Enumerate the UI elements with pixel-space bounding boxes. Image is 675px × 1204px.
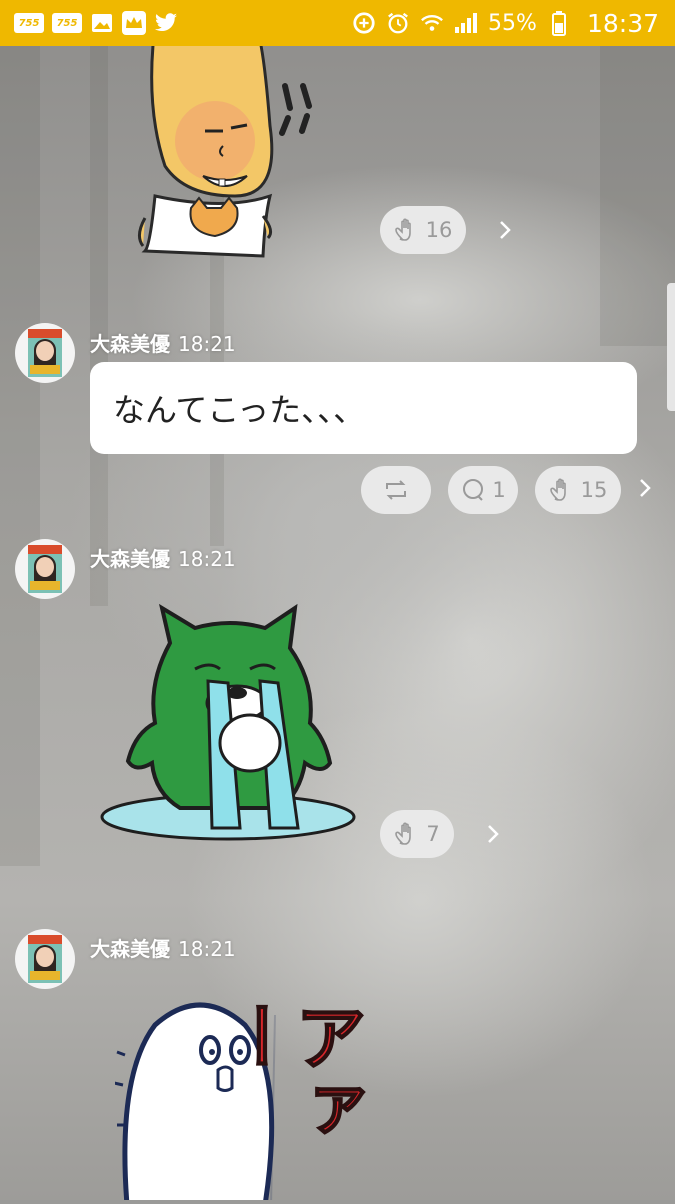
message-text: なんてこった、、、 <box>113 391 366 429</box>
scrollbar[interactable] <box>667 283 675 411</box>
app-notification-icon: 755 <box>14 13 44 33</box>
clap-icon <box>395 822 412 845</box>
alarm-icon <box>386 11 410 35</box>
message-time: 18:21 <box>178 332 236 356</box>
clap-button[interactable]: 15 <box>535 466 621 514</box>
sender-line: 大森美優 18:21 <box>90 543 236 572</box>
clap-icon <box>394 218 411 241</box>
chevron-right-icon[interactable] <box>638 477 652 499</box>
battery-percent: 55% <box>488 10 537 36</box>
repost-icon <box>386 480 406 500</box>
message-time: 18:21 <box>178 547 236 571</box>
avatar[interactable] <box>15 929 75 989</box>
chevron-right-icon[interactable] <box>498 219 512 241</box>
twitter-icon <box>154 11 178 35</box>
avatar[interactable] <box>15 323 75 383</box>
sender-name: 大森美優 <box>90 547 170 571</box>
wifi-icon <box>420 11 444 35</box>
repost-button[interactable] <box>361 466 431 514</box>
clap-count: 15 <box>580 478 608 502</box>
data-saver-icon <box>352 11 376 35</box>
sender-name: 大森美優 <box>90 332 170 356</box>
chevron-right-icon[interactable] <box>486 823 500 845</box>
clap-icon <box>549 478 566 501</box>
potato-character-sticker[interactable] <box>135 24 345 261</box>
white-ghost-scream-sticker[interactable]: アァー <box>113 995 367 1204</box>
battery-icon <box>547 11 571 36</box>
signal-icon <box>454 11 478 35</box>
message-time: 18:21 <box>178 937 236 961</box>
green-bear-crying-sticker[interactable] <box>100 603 360 843</box>
sender-line: 大森美優 18:21 <box>90 933 236 962</box>
comment-count: 1 <box>492 478 506 502</box>
comment-icon <box>463 479 484 501</box>
clap-count: 16 <box>425 218 453 242</box>
message-bubble[interactable]: なんてこった、、、 <box>90 362 637 454</box>
crown-icon <box>122 11 146 35</box>
clap-count: 7 <box>426 822 440 846</box>
avatar[interactable] <box>15 539 75 599</box>
clap-button[interactable]: 7 <box>380 810 454 858</box>
sender-name: 大森美優 <box>90 937 170 961</box>
status-bar: 755 755 55% 18:37 <box>0 0 675 46</box>
app-notification-icon: 755 <box>52 13 82 33</box>
image-icon <box>90 11 114 35</box>
clap-button[interactable]: 16 <box>380 206 466 254</box>
clock: 18:37 <box>586 8 659 38</box>
comment-button[interactable]: 1 <box>448 466 518 514</box>
sticker-scream-text: アァー <box>213 999 367 1145</box>
sender-line: 大森美優 18:21 <box>90 328 236 357</box>
